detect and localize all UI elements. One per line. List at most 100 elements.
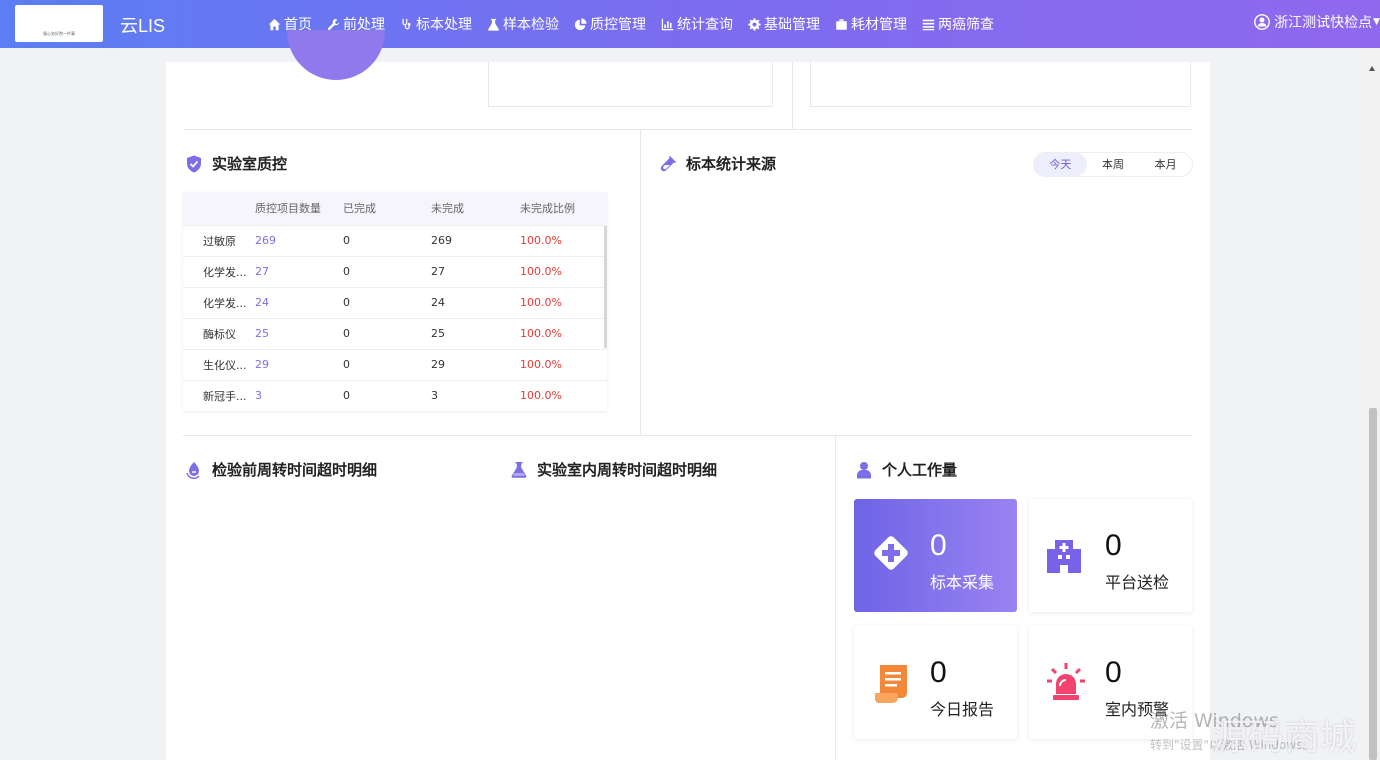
scrollbar-thumb[interactable] [1369, 408, 1377, 760]
column-header[interactable]: 未完成比例 [520, 192, 607, 225]
divider [835, 436, 836, 760]
caret-down-icon: ▼ [1373, 17, 1380, 27]
nav-qc[interactable]: 质控管理 [574, 14, 646, 34]
table-scrollbar[interactable] [604, 226, 607, 348]
qc-count-link[interactable]: 3 [255, 379, 343, 411]
stat-card-today-report[interactable]: 0 今日报告 [854, 626, 1017, 739]
table-header-row: 质控项目数量 已完成 未完成 未完成比例 [183, 192, 607, 225]
stat-card-platform-send[interactable]: 0 平台送检 [1029, 499, 1192, 612]
column-header[interactable]: 已完成 [343, 192, 431, 225]
nav-label: 统计查询 [677, 17, 733, 33]
pre-tat-title: 检验前周转时间超时明细 [212, 461, 378, 479]
column-header[interactable]: 质控项目数量 [255, 192, 343, 225]
qc-ratio: 100.0% [520, 286, 607, 318]
tab-this-week[interactable]: 本周 [1087, 153, 1140, 176]
stat-value: 0 [930, 529, 947, 562]
table-row[interactable]: 新冠手... 3 0 3 100.0% [183, 379, 607, 411]
qc-count-link[interactable]: 25 [255, 317, 343, 349]
top-navbar: 服心务好院一件事 云LIS 首页 前处理 标本处理 样本检验 质控管理 统计查询 [0, 0, 1380, 48]
qc-title: 实验室质控 [212, 155, 288, 173]
workload-title: 个人工作量 [882, 461, 958, 479]
stat-value: 0 [930, 656, 947, 689]
nav-label: 两癌筛查 [938, 17, 994, 33]
qc-done: 0 [343, 317, 431, 349]
qc-count-link[interactable]: 29 [255, 348, 343, 380]
qc-ratio: 100.0% [520, 317, 607, 349]
user-menu[interactable]: 浙江测试快检点 ▼ [1254, 12, 1380, 32]
qc-item-name: 酶标仪 [183, 317, 255, 349]
table-row[interactable]: 生化仪... 29 0 29 100.0% [183, 348, 607, 380]
test-tube-icon [660, 155, 676, 171]
nav-label: 基础管理 [764, 17, 820, 33]
list-icon [922, 19, 935, 30]
qc-undone: 29 [431, 348, 520, 380]
stat-label: 平台送检 [1105, 573, 1170, 592]
tab-today[interactable]: 今天 [1034, 153, 1087, 176]
page-scrollbar[interactable] [1365, 48, 1380, 760]
brand-watermark: 源码商城 [1212, 717, 1357, 758]
divider [792, 62, 793, 129]
qc-done: 0 [343, 286, 431, 318]
flask-icon [488, 18, 499, 31]
qc-undone: 27 [431, 255, 520, 287]
qc-done: 0 [343, 224, 431, 256]
nav-specimen[interactable]: 标本处理 [400, 14, 472, 34]
qc-undone: 3 [431, 379, 520, 411]
qc-undone: 25 [431, 317, 520, 349]
qc-item-name: 新冠手... [183, 379, 255, 411]
qc-count-link[interactable]: 24 [255, 286, 343, 318]
nav-label: 质控管理 [590, 17, 646, 33]
upper-panel-box [488, 62, 773, 107]
workload-section-title: 个人工作量 [855, 459, 957, 480]
column-header[interactable]: 未完成 [431, 192, 520, 225]
qc-item-name: 生化仪... [183, 348, 255, 380]
scroll-icon [875, 665, 907, 703]
column-header [183, 192, 255, 225]
divider [183, 435, 1192, 436]
stat-label: 标本采集 [930, 573, 995, 592]
pie-icon [574, 17, 587, 30]
table-row[interactable]: 酶标仪 25 0 25 100.0% [183, 317, 607, 349]
flask-icon [511, 461, 527, 478]
qc-done: 0 [343, 348, 431, 380]
qc-count-link[interactable]: 27 [255, 255, 343, 287]
table-row[interactable]: 化学发... 27 0 27 100.0% [183, 255, 607, 287]
briefcase-icon [836, 18, 847, 30]
qc-item-name: 过敏原 [183, 224, 255, 256]
scroll-up-icon[interactable] [1369, 66, 1375, 71]
stethoscope-icon [402, 18, 411, 29]
stat-label: 今日报告 [930, 700, 995, 719]
qc-undone: 24 [431, 286, 520, 318]
nav-basic[interactable]: 基础管理 [748, 14, 820, 34]
shield-check-icon [187, 155, 201, 172]
qc-item-name: 化学发... [183, 286, 255, 318]
divider [183, 129, 1192, 130]
nav-sample-test[interactable]: 样本检验 [487, 14, 559, 34]
period-segmented-control: 今天 本周 本月 [1033, 152, 1193, 177]
upper-panel-box [810, 62, 1191, 107]
stat-card-specimen-collect[interactable]: 0 标本采集 [854, 499, 1017, 612]
alarm-icon [1047, 663, 1085, 700]
lab-tat-section-title: 实验室内周转时间超时明细 [510, 459, 717, 480]
qc-count-link[interactable]: 269 [255, 224, 343, 256]
qc-ratio: 100.0% [520, 255, 607, 287]
qc-section-title: 实验室质控 [185, 153, 287, 174]
lab-tat-title: 实验室内周转时间超时明细 [537, 461, 718, 479]
logo-text: 服心务好院一件事 [43, 31, 75, 36]
nav-screening[interactable]: 两癌筛查 [922, 14, 994, 34]
bar-chart-icon [661, 18, 674, 30]
pre-tat-section-title: 检验前周转时间超时明细 [185, 459, 377, 480]
nav-supplies[interactable]: 耗材管理 [835, 14, 907, 34]
qc-done: 0 [343, 255, 431, 287]
table-row[interactable]: 化学发... 24 0 24 100.0% [183, 286, 607, 318]
tab-this-month[interactable]: 本月 [1139, 153, 1192, 176]
stat-value: 0 [1105, 529, 1122, 562]
gear-icon [748, 17, 761, 31]
table-row[interactable]: 过敏原 269 0 269 100.0% [183, 224, 607, 256]
nav-stats[interactable]: 统计查询 [661, 14, 733, 34]
logo[interactable]: 服心务好院一件事 [15, 5, 103, 42]
qc-ratio: 100.0% [520, 224, 607, 256]
qc-ratio: 100.0% [520, 348, 607, 380]
nav-label: 样本检验 [503, 17, 559, 33]
nav-label: 标本处理 [416, 17, 472, 33]
